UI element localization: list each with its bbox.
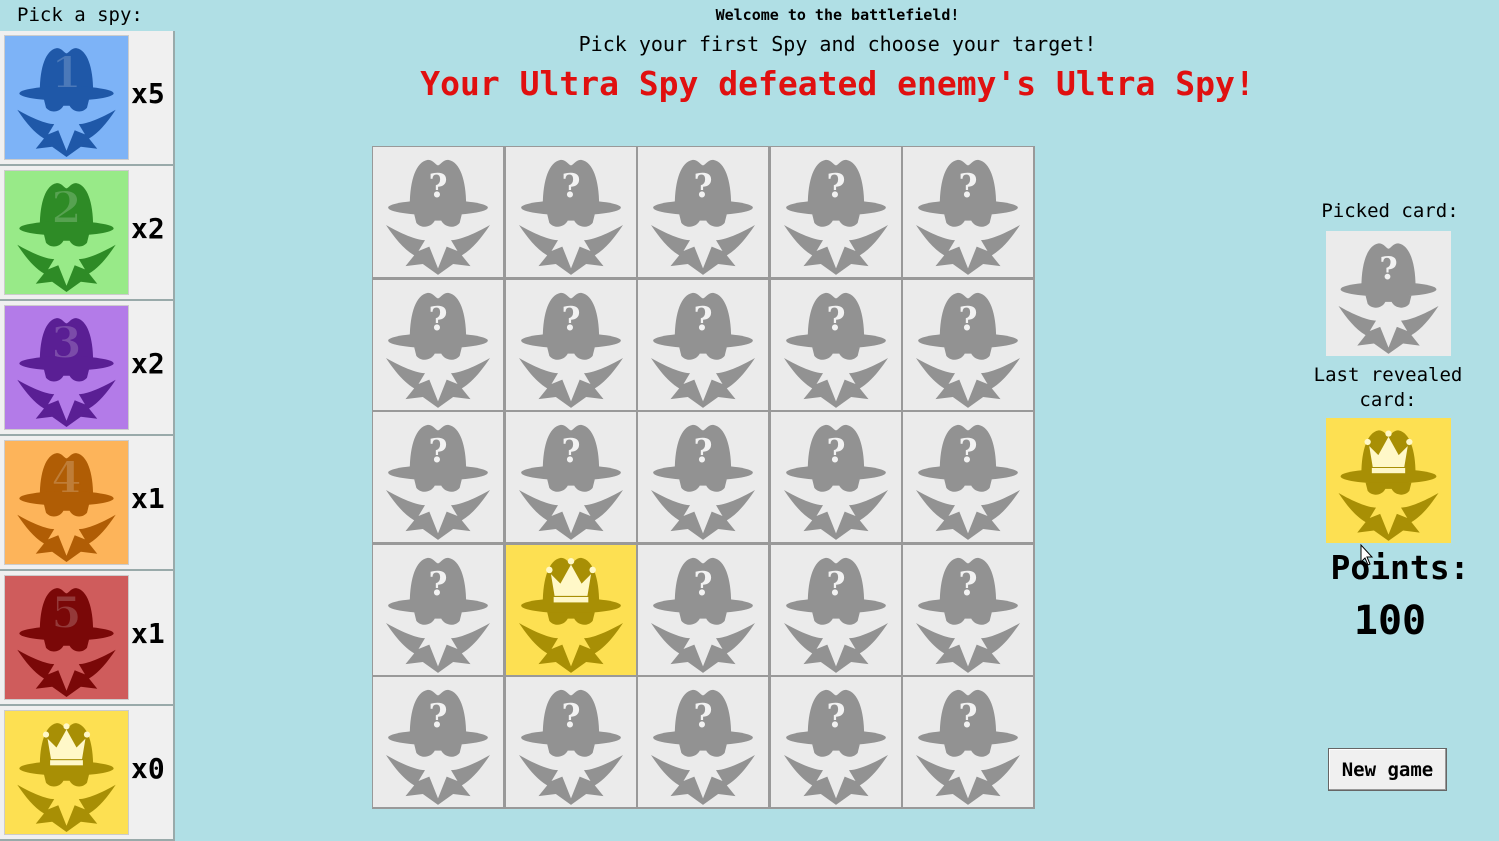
svg-text:?: ?: [1379, 251, 1397, 287]
svg-text:?: ?: [826, 298, 845, 337]
board-cell-hidden[interactable]: ?: [505, 147, 636, 277]
board-cell-hidden[interactable]: ?: [770, 544, 901, 675]
mouse-cursor-icon: [1360, 543, 1374, 566]
spy-count: x2: [131, 347, 165, 380]
picked-card-label: Picked card:: [1321, 200, 1459, 222]
svg-text:3: 3: [52, 318, 82, 368]
board-cell-hidden[interactable]: ?: [903, 544, 1034, 675]
svg-text:?: ?: [428, 431, 447, 470]
board-cell-hidden[interactable]: ?: [373, 279, 503, 410]
spy-4-icon: 4: [4, 440, 129, 565]
spy-count: x0: [131, 752, 165, 785]
board-cell-hidden[interactable]: ?: [770, 677, 901, 808]
instruction-text: Pick your first Spy and choose your targ…: [578, 32, 1097, 56]
spy-option-ultra[interactable]: x0: [0, 706, 173, 841]
svg-text:2: 2: [52, 183, 82, 233]
svg-text:?: ?: [959, 564, 978, 603]
spy-2-icon: 2: [4, 170, 129, 295]
spy-5-icon: 5: [4, 575, 129, 700]
spy-option-4[interactable]: 4 x1: [0, 436, 173, 571]
board-cell-hidden[interactable]: ?: [373, 544, 503, 675]
board-cell-hidden[interactable]: ?: [373, 412, 503, 543]
svg-text:?: ?: [959, 431, 978, 470]
spy-count: x2: [131, 212, 165, 245]
spy-3-icon: 3: [4, 305, 129, 430]
board-cell-hidden[interactable]: ?: [638, 279, 769, 410]
spy-option-2[interactable]: 2 x2: [0, 166, 173, 301]
board-cell-hidden[interactable]: ?: [770, 412, 901, 543]
board-cell-hidden[interactable]: ?: [505, 412, 636, 543]
svg-text:?: ?: [694, 431, 713, 470]
welcome-text: Welcome to the battlefield!: [715, 6, 960, 24]
svg-text:?: ?: [428, 564, 447, 603]
board-cell-hidden[interactable]: ?: [770, 279, 901, 410]
board-cell-hidden[interactable]: ?: [638, 677, 769, 808]
spy-option-5[interactable]: 5 x1: [0, 571, 173, 706]
svg-text:5: 5: [52, 588, 82, 638]
board-cell-hidden[interactable]: ?: [638, 544, 769, 675]
svg-text:?: ?: [959, 166, 978, 205]
svg-text:?: ?: [561, 696, 580, 735]
svg-text:?: ?: [428, 298, 447, 337]
svg-text:?: ?: [561, 431, 580, 470]
svg-text:?: ?: [694, 166, 713, 205]
new-game-button[interactable]: New game: [1328, 748, 1447, 791]
svg-text:?: ?: [428, 696, 447, 735]
ultra-spy-icon: [4, 710, 129, 835]
picked-card: ?: [1326, 231, 1451, 356]
board-cell-hidden[interactable]: ?: [505, 279, 636, 410]
svg-text:?: ?: [428, 166, 447, 205]
points-value: 100: [1353, 598, 1427, 644]
board-cell-hidden[interactable]: ?: [505, 677, 636, 808]
board-cell-revealed-ultra-spy[interactable]: [505, 544, 636, 675]
svg-text:?: ?: [561, 298, 580, 337]
svg-text:?: ?: [826, 166, 845, 205]
svg-text:?: ?: [826, 696, 845, 735]
svg-text:?: ?: [959, 298, 978, 337]
svg-text:?: ?: [959, 696, 978, 735]
board-cell-hidden[interactable]: ?: [638, 147, 769, 277]
svg-text:?: ?: [694, 564, 713, 603]
board-cell-hidden[interactable]: ?: [903, 279, 1034, 410]
svg-text:?: ?: [561, 166, 580, 205]
board-cell-hidden[interactable]: ?: [373, 147, 503, 277]
svg-text:?: ?: [694, 298, 713, 337]
board-cell-hidden[interactable]: ?: [903, 677, 1034, 808]
last-revealed-card-label: Last revealed card:: [1313, 364, 1463, 411]
spy-picker-sidebar: 1 x5 2 x2 3 x2 4 x1 5 x1 x0: [0, 31, 175, 841]
board-cell-hidden[interactable]: ?: [638, 412, 769, 543]
last-revealed-card: [1326, 418, 1451, 543]
battle-result-message: Your Ultra Spy defeated enemy's Ultra Sp…: [420, 64, 1255, 103]
board-cell-hidden[interactable]: ?: [903, 412, 1034, 543]
spy-count: x1: [131, 617, 165, 650]
svg-text:?: ?: [694, 696, 713, 735]
board-cell-hidden[interactable]: ?: [770, 147, 901, 277]
svg-text:?: ?: [826, 431, 845, 470]
points-label: Points:: [1330, 548, 1470, 587]
svg-text:?: ?: [826, 564, 845, 603]
spy-count: x1: [131, 482, 165, 515]
spy-option-3[interactable]: 3 x2: [0, 301, 173, 436]
board-cell-hidden[interactable]: ?: [903, 147, 1034, 277]
svg-text:4: 4: [52, 453, 82, 503]
board-cell-hidden[interactable]: ?: [373, 677, 503, 808]
game-board: ????????????????????????: [372, 146, 1035, 809]
